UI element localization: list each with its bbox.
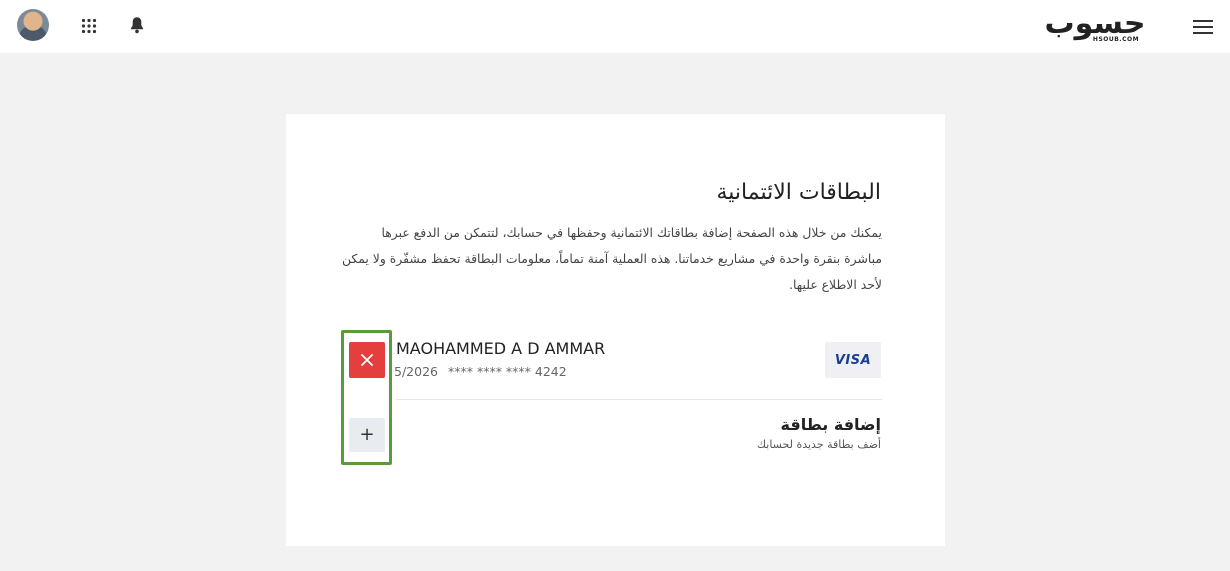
visa-brand-icon: VISA [825,342,881,378]
delete-card-button[interactable] [349,342,385,378]
logo-graphic: حسوب HSOUB.COM [1044,6,1146,43]
logo-domain-text: HSOUB.COM [1093,36,1139,43]
card-masked-number: **** **** **** 4242 [447,364,567,379]
card-details: 5/2026 **** **** **** 4242 [394,364,567,379]
apps-grid-icon[interactable] [81,18,97,34]
bell-icon[interactable] [129,16,145,34]
plus-icon: + [359,424,375,445]
credit-cards-panel: البطاقات الائتمانية يمكنك من خلال هذه ال… [286,114,945,546]
add-card-subtitle: أضف بطاقة جديدة لحسابك [757,438,881,451]
hsoub-logo[interactable]: حسوب HSOUB.COM [1043,6,1148,46]
top-navigation-bar: حسوب HSOUB.COM [0,0,1230,53]
page-description: يمكنك من خلال هذه الصفحة إضافة بطاقاتك ا… [341,225,882,292]
card-holder-name: MAOHAMMED A D AMMAR [396,339,606,358]
hamburger-menu-icon[interactable] [1193,19,1213,35]
close-icon [361,354,373,366]
add-card-title[interactable]: إضافة بطاقة [781,415,881,434]
divider [396,399,882,400]
card-expiry: 5/2026 [394,364,438,379]
page-title: البطاقات الائتمانية [716,180,881,205]
user-avatar[interactable] [17,9,49,41]
add-card-button[interactable]: + [349,418,385,452]
